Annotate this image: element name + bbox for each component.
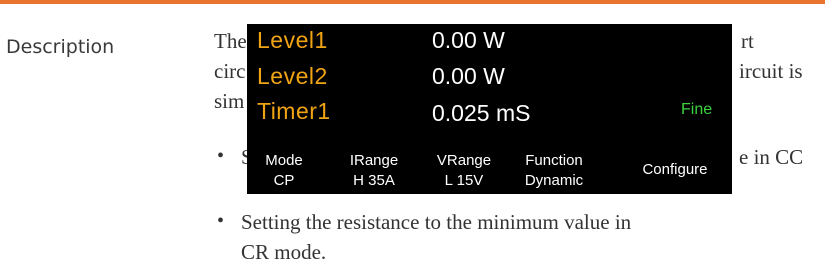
instrument-display: Level1 0.00 W Level2 0.00 W Timer1 0.025…	[247, 24, 732, 194]
softkey-vrange-value: L 15V	[444, 172, 484, 189]
body-text-line1-start: The	[214, 29, 247, 53]
softkey-mode-value: CP	[273, 172, 295, 189]
softkey-mode-title: Mode	[265, 152, 303, 169]
body-text-line2-start: circ	[214, 59, 246, 83]
softkey-mode[interactable]: Mode CP	[247, 151, 321, 191]
bullet-1-end: e in CC	[739, 145, 804, 169]
section-label: Description	[6, 36, 115, 58]
softkey-function-title: Function	[525, 152, 583, 169]
softkey-function-value: Dynamic	[524, 172, 584, 189]
section-top-rule	[0, 0, 825, 4]
param-value-timer1: 0.025 mS	[432, 100, 531, 126]
param-name-timer1: Timer1	[257, 98, 331, 124]
body-text-line3-start: sim	[214, 89, 245, 113]
param-name-level1: Level1	[257, 27, 328, 53]
bullet-2-line2: CR mode.	[241, 240, 327, 264]
softkey-irange-title: IRange	[349, 152, 399, 169]
bullet-glyph-2: •	[217, 210, 225, 232]
softkey-configure[interactable]: Configure	[629, 161, 721, 178]
softkey-irange[interactable]: IRange H 35A	[337, 151, 411, 191]
softkey-irange-value: H 35A	[353, 172, 395, 189]
softkey-vrange-title: VRange	[436, 152, 492, 169]
bullet-glyph-1: •	[217, 145, 225, 167]
param-value-level2: 0.00 W	[432, 63, 505, 89]
param-name-level2: Level2	[257, 63, 328, 89]
softkey-function[interactable]: Function Dynamic	[517, 151, 591, 191]
param-value-level1: 0.00 W	[432, 27, 505, 53]
fine-adjust-indicator: Fine	[681, 101, 713, 118]
body-text-line1-end: rt	[741, 29, 754, 53]
bullet-2-line1: Setting the resistance to the minimum va…	[241, 210, 632, 234]
softkey-vrange[interactable]: VRange L 15V	[427, 151, 501, 191]
body-text-line2-end: ircuit is	[739, 59, 803, 83]
